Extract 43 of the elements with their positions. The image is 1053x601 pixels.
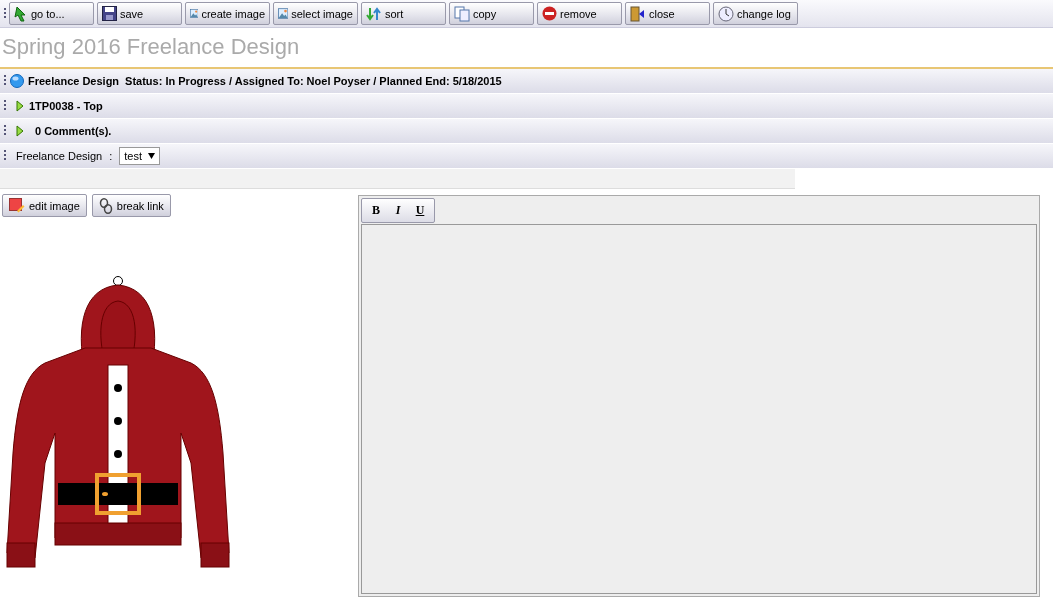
status-text: Status: In Progress / Assigned To: Noel Poyser / Planned End: 5/18/2015 bbox=[125, 75, 502, 87]
grip-icon[interactable] bbox=[3, 74, 6, 88]
toolbar-button[interactable]: copy bbox=[449, 2, 534, 25]
format-button[interactable]: I bbox=[388, 202, 408, 218]
grip-icon[interactable] bbox=[3, 6, 6, 21]
field-label: Freelance Design bbox=[16, 150, 103, 162]
no-entry-icon bbox=[542, 6, 557, 21]
section-title: 1TP0038 - Top bbox=[29, 100, 103, 112]
toolbar-button[interactable]: sort bbox=[361, 2, 446, 25]
grip-icon[interactable] bbox=[3, 124, 6, 138]
toolbar-button[interactable]: go to... bbox=[9, 2, 94, 25]
caret-icon bbox=[148, 153, 155, 159]
globe-icon bbox=[10, 74, 24, 88]
chain-link-icon bbox=[98, 197, 113, 214]
toolbar-button[interactable]: create image bbox=[185, 2, 270, 25]
collapsed-triangle-icon[interactable] bbox=[15, 125, 25, 137]
toolbar-button[interactable]: change log bbox=[713, 2, 798, 25]
section-title: Freelance Design bbox=[28, 75, 120, 87]
clock-icon bbox=[718, 5, 734, 22]
image-button[interactable]: break link bbox=[91, 194, 171, 217]
door-icon bbox=[630, 5, 646, 22]
format-button[interactable]: B bbox=[366, 202, 386, 218]
section-header[interactable]: 0 Comment(s). bbox=[0, 119, 1053, 144]
picture-icon bbox=[278, 6, 289, 21]
grip-icon[interactable] bbox=[3, 99, 6, 113]
collapsed-triangle-icon[interactable] bbox=[15, 100, 25, 112]
toolbar-button[interactable]: select image bbox=[273, 2, 358, 25]
section-header[interactable]: 1TP0038 - Top bbox=[0, 94, 1053, 119]
copy-icon bbox=[454, 5, 470, 22]
section-header[interactable]: Freelance Design Status: In Progress / Assigned To: Noel Poyser / Planned End: 5/18/2015 bbox=[0, 69, 1053, 94]
format-button[interactable]: U bbox=[410, 202, 430, 218]
picture-icon bbox=[190, 6, 199, 21]
pencil-picture-icon bbox=[9, 198, 25, 213]
sort-arrows-icon bbox=[366, 5, 382, 22]
arrow-icon bbox=[14, 5, 28, 22]
grip-icon[interactable] bbox=[3, 149, 6, 163]
dropdown[interactable]: test bbox=[119, 147, 160, 165]
toolbar-button[interactable]: close bbox=[625, 2, 710, 25]
image-button[interactable]: edit image bbox=[2, 194, 87, 217]
toolbar-button[interactable]: remove bbox=[537, 2, 622, 25]
field-separator: : bbox=[109, 150, 113, 162]
toolbar-button[interactable]: save bbox=[97, 2, 182, 25]
section-title: 0 Comment(s). bbox=[35, 125, 112, 137]
